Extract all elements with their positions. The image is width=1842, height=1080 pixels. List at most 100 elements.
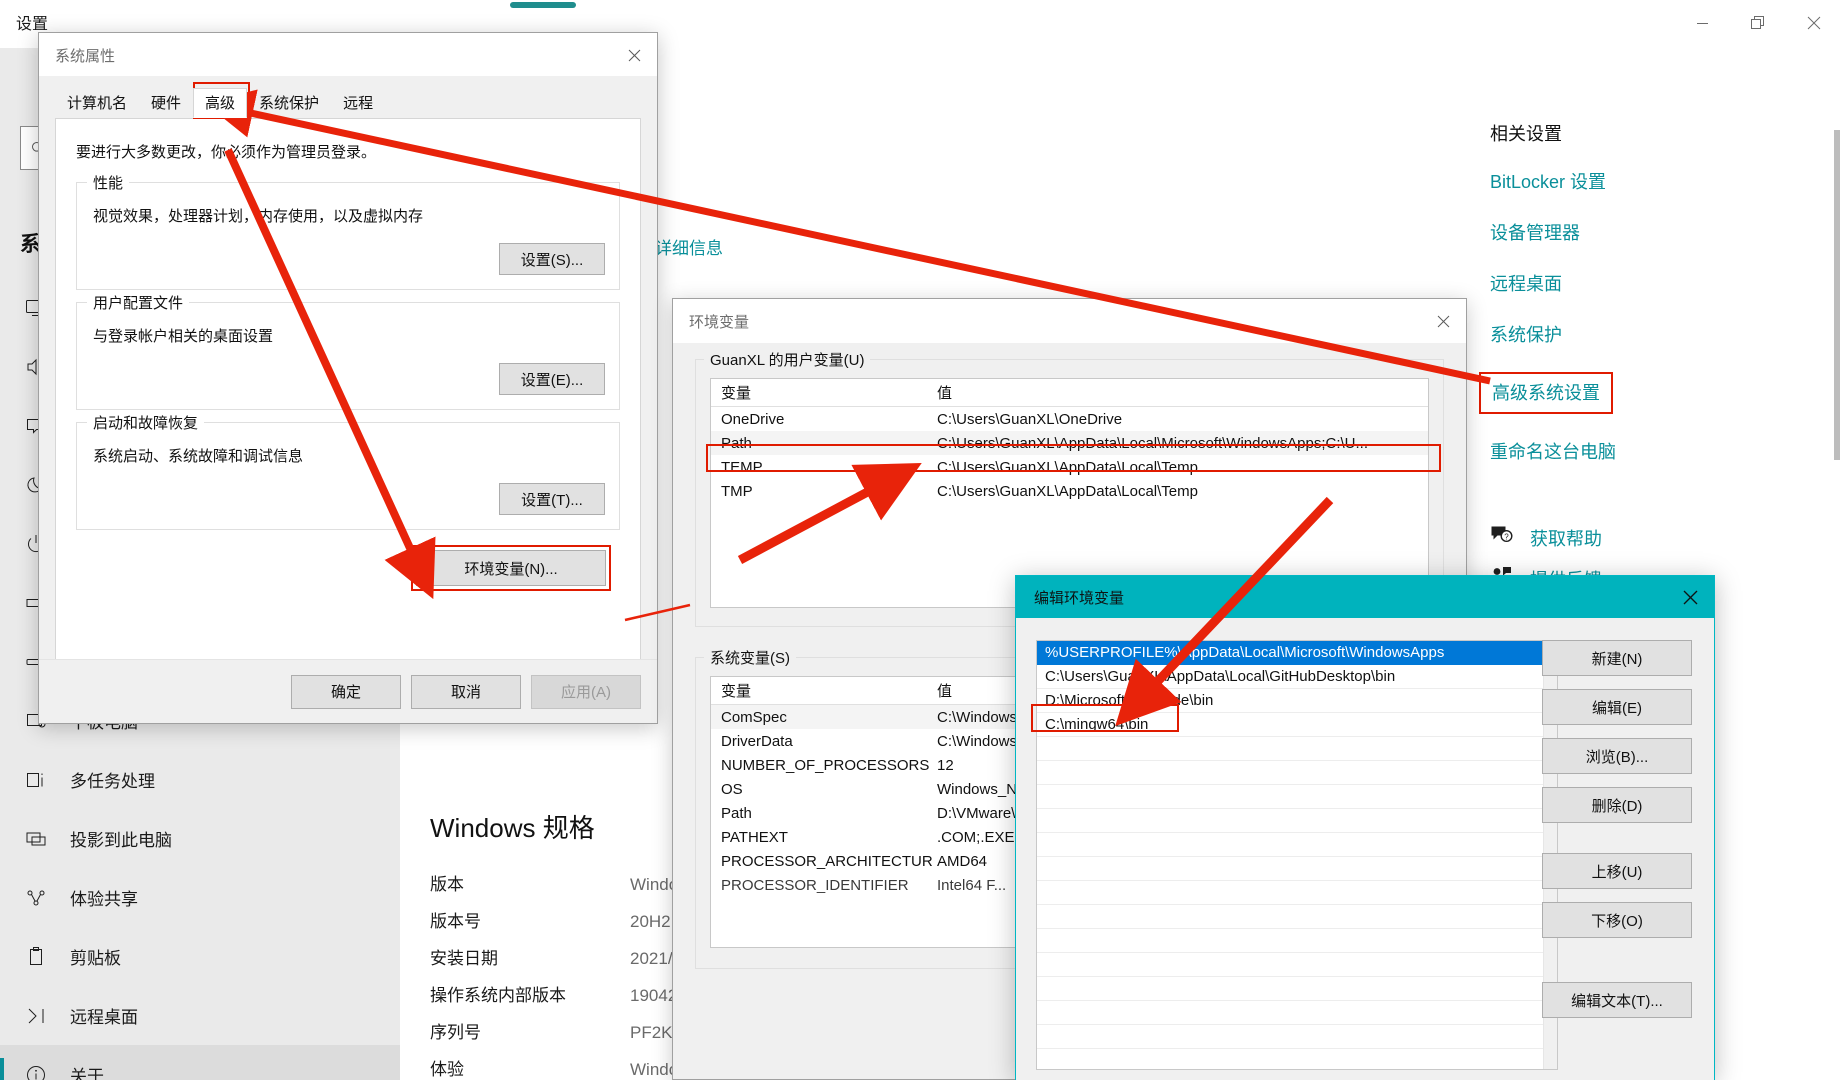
variable-name: PROCESSOR_ARCHITECTURE — [721, 852, 933, 870]
sidebar-item-multitasking[interactable]: 多任务处理 — [0, 750, 400, 809]
tab-computer-name[interactable]: 计算机名 — [55, 88, 139, 118]
list-item-empty[interactable] — [1037, 977, 1557, 1001]
browse-button[interactable]: 浏览(B)... — [1542, 738, 1692, 774]
user-profiles-settings-button[interactable]: 设置(E)... — [499, 363, 605, 395]
user-variables-table[interactable]: 变量 值 OneDrive C:\Users\GuanXL\OneDrive P… — [710, 378, 1429, 608]
delete-button[interactable]: 删除(D) — [1542, 787, 1692, 823]
sidebar-item-shared-experiences[interactable]: 体验共享 — [0, 868, 400, 927]
startup-recovery-settings-button[interactable]: 设置(T)... — [499, 483, 605, 515]
close-icon[interactable] — [611, 33, 657, 77]
system-variables-legend: 系统变量(S) — [704, 647, 796, 668]
list-item-empty[interactable] — [1037, 1001, 1557, 1025]
table-row[interactable]: OneDrive C:\Users\GuanXL\OneDrive — [711, 407, 1428, 431]
list-item-empty[interactable] — [1037, 809, 1557, 833]
remote-desktop-icon — [22, 1002, 50, 1030]
related-link-rename-pc[interactable]: 重命名这台电脑 — [1490, 438, 1830, 464]
support-row-get-help[interactable]: ? 获取帮助 — [1490, 524, 1830, 551]
tab-advanced[interactable]: 高级 — [193, 88, 248, 118]
window-drag-grabber[interactable] — [510, 2, 576, 8]
variable-name: Path — [721, 804, 752, 822]
sidebar-item-label: 远程桌面 — [70, 1008, 138, 1027]
table-row[interactable]: TMP C:\Users\GuanXL\AppData\Local\Temp — [711, 479, 1428, 503]
sidebar-item-label: 关于 — [70, 1067, 104, 1080]
apply-button[interactable]: 应用(A) — [531, 674, 641, 709]
sidebar-item-about[interactable]: 关于 — [0, 1045, 400, 1080]
windows-spec-title: Windows 规格 — [430, 813, 595, 843]
list-item-empty[interactable] — [1037, 953, 1557, 977]
project-icon — [22, 825, 50, 853]
list-item-empty[interactable] — [1037, 881, 1557, 905]
table-row[interactable]: TEMP C:\Users\GuanXL\AppData\Local\Temp — [711, 455, 1428, 479]
list-item-empty[interactable] — [1037, 785, 1557, 809]
list-item-empty[interactable] — [1037, 833, 1557, 857]
related-link-bitlocker[interactable]: BitLocker 设置 — [1490, 168, 1830, 194]
close-icon[interactable] — [1786, 0, 1842, 46]
list-item-empty[interactable] — [1037, 761, 1557, 785]
table-row[interactable]: Path C:\Users\GuanXL\AppData\Local\Micro… — [711, 431, 1428, 455]
settings-scrollbar-thumb[interactable] — [1834, 130, 1840, 460]
new-button[interactable]: 新建(N) — [1542, 640, 1692, 676]
ok-button[interactable]: 确定 — [291, 674, 401, 709]
share-icon — [22, 884, 50, 912]
system-properties-dialog: 系统属性 计算机名 硬件 高级 系统保护 远程 要进行大多数更改，你必须作为管理… — [38, 32, 658, 724]
list-item-empty[interactable] — [1037, 857, 1557, 881]
variable-value: C:\Users\GuanXL\AppData\Local\Microsoft\… — [937, 434, 1369, 452]
move-up-button[interactable]: 上移(U) — [1542, 853, 1692, 889]
advanced-tab-pane: 要进行大多数更改，你必须作为管理员登录。 性能 视觉效果，处理器计划，内存使用，… — [55, 119, 641, 689]
sidebar-item-clipboard[interactable]: 剪贴板 — [0, 927, 400, 986]
sidebar-item-project-to-pc[interactable]: 投影到此电脑 — [0, 809, 400, 868]
tab-remote[interactable]: 远程 — [331, 88, 385, 118]
edit-environment-variable-dialog: 编辑环境变量 %USERPROFILE%\AppData\Local\Micro… — [1015, 575, 1715, 1080]
settings-app-title: 设置 — [16, 16, 49, 33]
variable-name: TMP — [721, 482, 753, 500]
variable-name: TEMP — [721, 458, 763, 476]
environment-variables-titlebar: 环境变量 — [673, 299, 1466, 343]
cancel-button[interactable]: 取消 — [411, 674, 521, 709]
svg-text:?: ? — [1504, 532, 1509, 541]
restore-icon[interactable] — [1730, 0, 1786, 46]
related-link-remote-desktop[interactable]: 远程桌面 — [1490, 270, 1830, 296]
performance-settings-button[interactable]: 设置(S)... — [499, 243, 605, 275]
sidebar-item-label: 多任务处理 — [70, 772, 155, 791]
variable-value: C:\Windows\ — [937, 732, 1022, 750]
screen-root: 设置 多任务处理 投影到此电脑 体验共享 剪贴板 远程桌面 关于 详细信息 Wi… — [0, 0, 1842, 1080]
list-item[interactable]: %USERPROFILE%\AppData\Local\Microsoft\Wi… — [1037, 641, 1557, 665]
close-icon[interactable] — [1420, 299, 1466, 343]
minimize-icon[interactable] — [1674, 0, 1730, 46]
list-item-empty[interactable] — [1037, 929, 1557, 953]
list-item-empty[interactable] — [1037, 1049, 1557, 1069]
edit-text-button[interactable]: 编辑文本(T)... — [1542, 982, 1692, 1018]
variable-name: Path — [721, 434, 752, 452]
related-link-advanced-system-settings[interactable]: 高级系统设置 — [1479, 372, 1613, 414]
edit-dialog-titlebar: 编辑环境变量 — [1016, 576, 1714, 618]
advanced-lead-text: 要进行大多数更改，你必须作为管理员登录。 — [76, 144, 377, 161]
spec-key: 版本 — [430, 875, 464, 894]
sidebar-item-label: 剪贴板 — [70, 949, 121, 968]
sidebar-item-remote-desktop[interactable]: 远程桌面 — [0, 986, 400, 1045]
spec-key: 安装日期 — [430, 949, 498, 968]
close-icon[interactable] — [1666, 576, 1714, 618]
variable-value: Windows_NT — [937, 780, 1027, 798]
support-label: 获取帮助 — [1530, 528, 1602, 549]
list-item[interactable]: C:\Users\GuanXL\AppData\Local\GitHubDesk… — [1037, 665, 1557, 689]
variable-value: C:\Users\GuanXL\AppData\Local\Temp — [937, 458, 1198, 476]
variable-value: C:\Users\GuanXL\AppData\Local\Temp — [937, 482, 1198, 500]
list-item-empty[interactable] — [1037, 905, 1557, 929]
tab-hardware[interactable]: 硬件 — [139, 88, 193, 118]
system-properties-footer: 确定 取消 应用(A) — [39, 659, 657, 723]
edit-dialog-title: 编辑环境变量 — [1034, 590, 1125, 607]
move-down-button[interactable]: 下移(O) — [1542, 902, 1692, 938]
group-description: 与登录帐户相关的桌面设置 — [93, 328, 274, 345]
list-item-empty[interactable] — [1037, 1025, 1557, 1049]
variable-name: PATHEXT — [721, 828, 788, 846]
help-chat-icon: ? — [1490, 524, 1514, 551]
startup-recovery-group: 启动和故障恢复 系统启动、系统故障和调试信息 设置(T)... — [76, 412, 620, 530]
variable-value: C:\Windows\ — [937, 708, 1022, 726]
column-header-value: 值 — [937, 385, 953, 402]
related-link-device-manager[interactable]: 设备管理器 — [1490, 219, 1830, 245]
list-item-empty[interactable] — [1037, 737, 1557, 761]
related-link-system-protection[interactable]: 系统保护 — [1490, 321, 1830, 347]
edit-button[interactable]: 编辑(E) — [1542, 689, 1692, 725]
detail-info-link[interactable]: 详细信息 — [655, 234, 723, 259]
tab-system-protection[interactable]: 系统保护 — [247, 88, 331, 118]
